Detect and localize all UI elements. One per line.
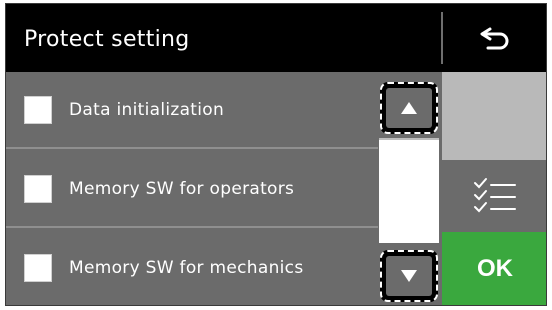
list-item-label: Data initialization [69,100,225,120]
scroll-track[interactable] [379,138,439,243]
triangle-up-icon [401,102,417,114]
checkbox[interactable] [24,175,52,203]
list-item-label: Memory SW for mechanics [69,258,304,278]
list-item-memory-sw-operators[interactable]: Memory SW for operators [6,151,378,228]
checkbox[interactable] [24,254,52,282]
scroll-down-button[interactable] [380,250,438,302]
header-bar: Protect setting [6,4,546,72]
triangle-down-icon [401,270,417,282]
protect-setting-screen: Protect setting Data initialization Memo… [5,3,547,306]
list-item-memory-sw-mechanics[interactable]: Memory SW for mechanics [6,230,378,305]
ok-button[interactable]: OK [442,232,546,305]
page-title: Protect setting [24,27,190,52]
checklist-button[interactable] [442,160,546,232]
list-item-data-initialization[interactable]: Data initialization [6,72,378,149]
scrollbar[interactable] [378,72,442,305]
settings-list: Data initialization Memory SW for operat… [6,72,378,305]
side-panel-blank [442,72,546,160]
checklist-icon [474,178,516,213]
back-button[interactable] [443,4,546,72]
list-item-label: Memory SW for operators [69,179,295,199]
scroll-up-button[interactable] [380,82,438,134]
checkbox[interactable] [24,96,52,124]
undo-arrow-icon [480,27,508,50]
